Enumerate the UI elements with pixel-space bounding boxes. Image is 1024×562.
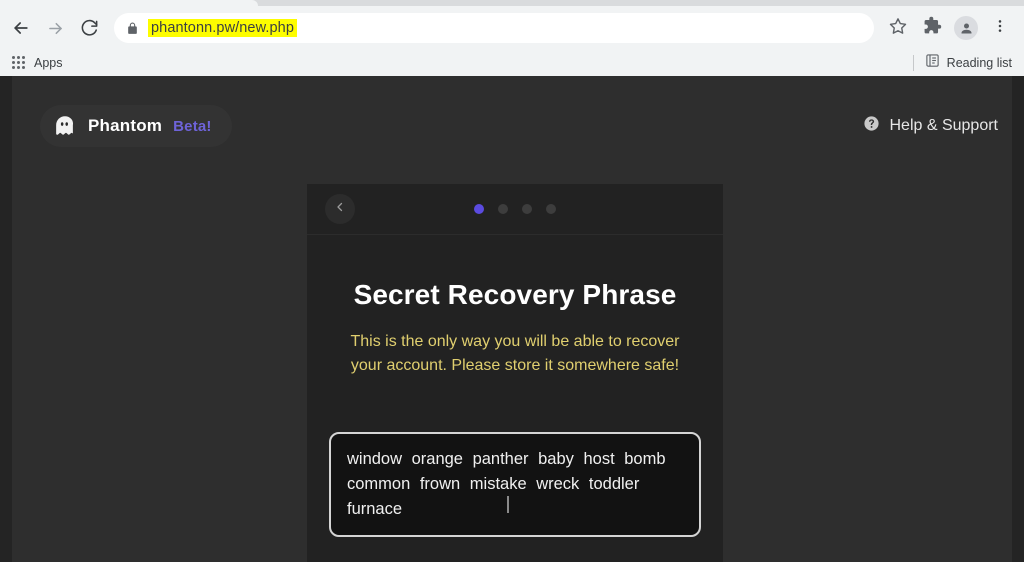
reload-icon	[80, 19, 99, 38]
chevron-left-icon	[334, 200, 346, 218]
url-text[interactable]: phantonn.pw/new.php	[148, 19, 297, 37]
bookmarks-bar: Apps Reading list	[0, 50, 1024, 76]
phantom-brand[interactable]: Phantom Beta!	[40, 105, 232, 147]
modal-body: Secret Recovery Phrase This is the only …	[307, 235, 723, 562]
pagination-dot-4[interactable]	[546, 204, 556, 214]
help-circle-icon	[863, 115, 880, 137]
app-header: Phantom Beta! Help & Support	[0, 76, 1024, 176]
bookmark-star-button[interactable]	[882, 12, 914, 44]
extensions-button[interactable]	[916, 12, 948, 44]
apps-grid-icon	[12, 56, 26, 70]
help-support-link[interactable]: Help & Support	[863, 115, 998, 137]
onboarding-modal: Secret Recovery Phrase This is the only …	[307, 184, 723, 562]
pagination-dots	[474, 204, 556, 214]
apps-shortcut[interactable]: Apps	[6, 54, 69, 72]
back-button[interactable]	[4, 11, 38, 45]
bookmarks-divider	[912, 55, 914, 71]
extensions-puzzle-icon	[923, 16, 942, 40]
modal-header	[307, 184, 723, 235]
browser-toolbar: phantonn.pw/new.php	[0, 6, 1024, 50]
brand-name: Phantom	[88, 116, 163, 135]
page-content: Phantom Beta! Help & Support Secret Reco…	[0, 76, 1024, 562]
brand-beta-badge: Beta!	[173, 117, 212, 135]
pagination-dot-2[interactable]	[498, 204, 508, 214]
arrow-left-icon	[11, 18, 31, 38]
reading-list-icon	[925, 53, 940, 73]
reload-button[interactable]	[72, 11, 106, 45]
forward-button[interactable]	[38, 11, 72, 45]
address-bar[interactable]: phantonn.pw/new.php	[114, 13, 874, 43]
warning-text: This is the only way you will be able to…	[350, 333, 680, 375]
text-cursor	[507, 495, 509, 513]
bookmark-star-icon	[889, 17, 907, 40]
phantom-ghost-icon	[53, 114, 77, 138]
apps-label: Apps	[34, 56, 63, 70]
reading-list-label[interactable]: Reading list	[947, 56, 1012, 70]
seed-phrase-words: window orange panther baby host bomb com…	[347, 449, 666, 519]
profile-button[interactable]	[950, 12, 982, 44]
lock-icon	[126, 22, 139, 35]
more-menu-button[interactable]	[984, 12, 1016, 44]
modal-back-button[interactable]	[325, 194, 355, 224]
pagination-dot-3[interactable]	[522, 204, 532, 214]
pagination-dot-1[interactable]	[474, 204, 484, 214]
seed-phrase-box[interactable]: window orange panther baby host bomb com…	[329, 431, 701, 538]
arrow-right-icon	[46, 19, 65, 38]
toolbar-icon-group	[882, 12, 1016, 44]
page-title: Secret Recovery Phrase	[353, 279, 677, 310]
help-support-label: Help & Support	[889, 117, 998, 134]
profile-avatar-icon	[954, 16, 978, 40]
reading-list-area: Reading list	[912, 53, 1014, 73]
more-menu-icon	[992, 18, 1008, 39]
tab-strip[interactable]	[0, 0, 1024, 6]
browser-chrome: phantonn.pw/new.php Apps Reading list	[0, 0, 1024, 76]
